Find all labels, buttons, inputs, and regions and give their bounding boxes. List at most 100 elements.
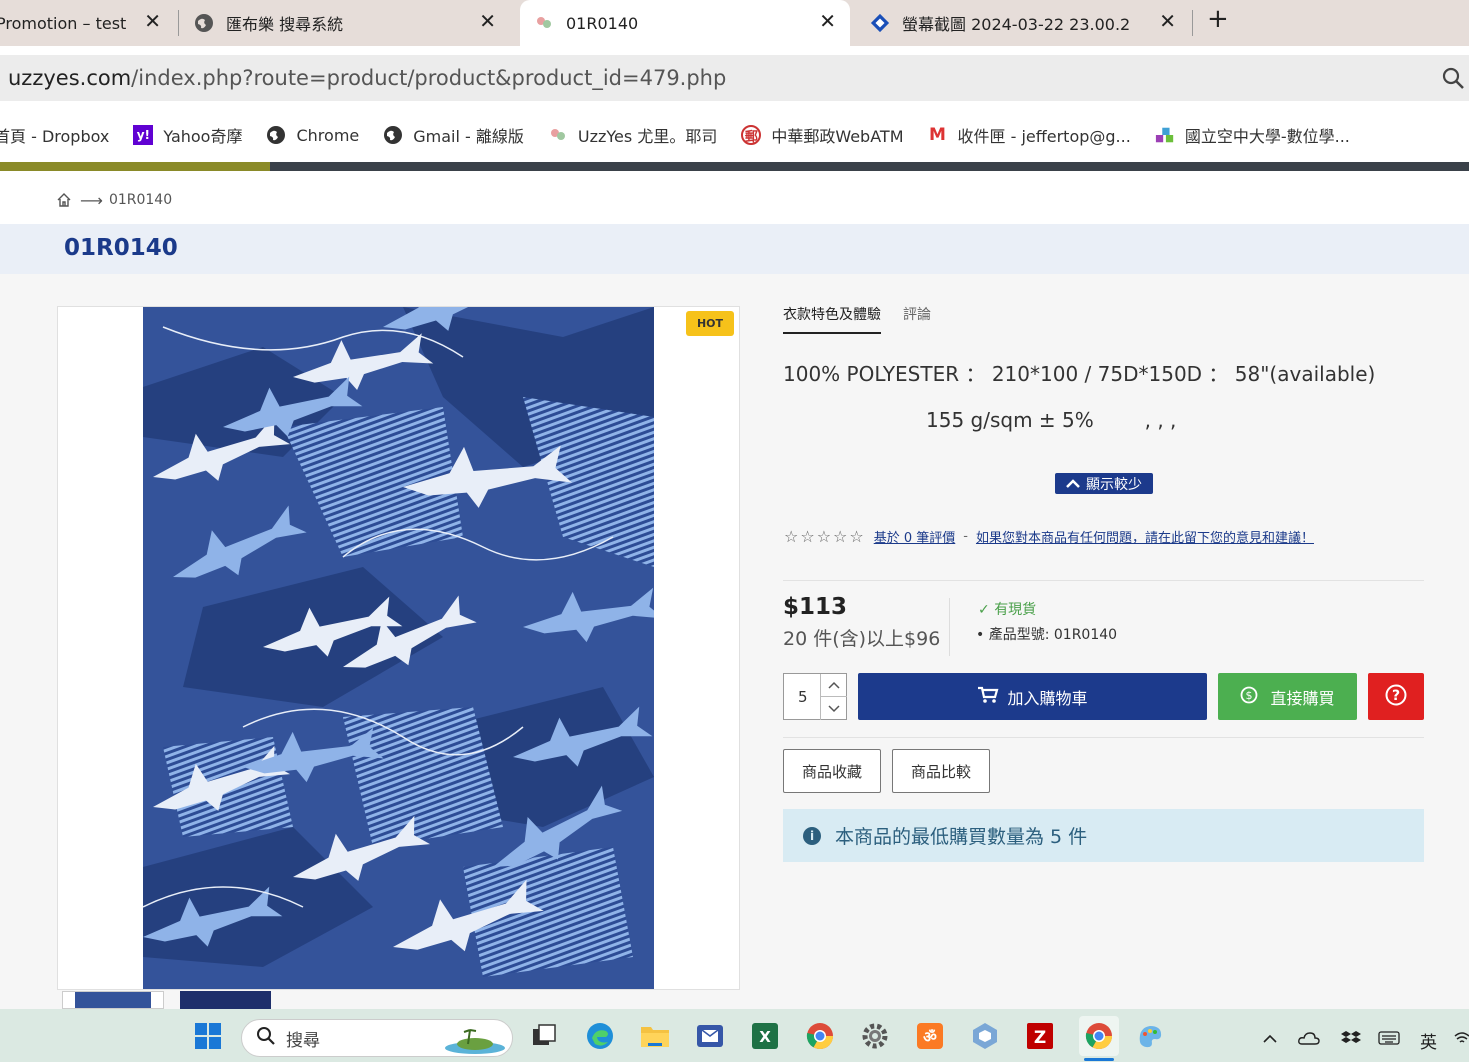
buy-now-button[interactable]: $ 直接購買 xyxy=(1218,673,1357,720)
active-app-indicator xyxy=(1084,1058,1114,1061)
site-nav-bar xyxy=(0,162,1469,171)
globe-icon xyxy=(266,125,286,145)
dropbox-icon[interactable] xyxy=(1340,1030,1362,1052)
close-icon[interactable]: ✕ xyxy=(479,9,496,33)
breadcrumb-arrow: ⟶ xyxy=(80,190,103,210)
bookmark-dropbox[interactable]: 首頁 - Dropbox xyxy=(0,123,109,147)
nav-active-indicator xyxy=(0,162,270,171)
keyboard-icon[interactable] xyxy=(1378,1030,1400,1050)
search-icon[interactable] xyxy=(1441,66,1465,94)
tab-features[interactable]: 衣款特色及體驗 xyxy=(783,304,881,334)
page-title: 01R0140 xyxy=(64,235,178,261)
cart-icon xyxy=(977,686,999,708)
show-less-button[interactable]: 顯示較少 xyxy=(1055,473,1153,494)
task-view-icon[interactable] xyxy=(528,1020,560,1052)
paint-icon[interactable] xyxy=(1134,1020,1166,1052)
tab-title: Promotion – test xyxy=(0,13,127,33)
hot-badge: HOT xyxy=(686,311,734,336)
edge-icon[interactable] xyxy=(584,1020,616,1052)
close-icon[interactable]: ✕ xyxy=(144,9,161,33)
divider xyxy=(783,737,1424,738)
bookmark-label: 中華郵政WebATM xyxy=(771,127,904,146)
bookmark-gmail-offline[interactable]: Gmail - 離線版 xyxy=(383,123,524,147)
page-title-bar xyxy=(0,224,1469,274)
cubes-icon xyxy=(1155,125,1175,145)
info-icon: i xyxy=(803,826,821,845)
close-icon[interactable]: ✕ xyxy=(1159,9,1176,33)
bookmark-label: Chrome xyxy=(296,125,360,145)
address-domain: uzzyes.com xyxy=(8,66,132,90)
file-explorer-icon[interactable] xyxy=(639,1020,671,1052)
chevron-up-icon[interactable] xyxy=(820,674,847,697)
model-label: 產品型號: 01R0140 xyxy=(988,627,1118,643)
taskbar-search[interactable]: 搜尋 xyxy=(241,1019,513,1057)
help-button[interactable]: ? xyxy=(1368,673,1424,720)
product-model: • 產品型號: 01R0140 xyxy=(976,627,1118,643)
search-icon xyxy=(256,1026,276,1051)
breadcrumb-row xyxy=(0,171,1469,224)
bookmark-open-university[interactable]: 國立空中大學-數位學... xyxy=(1155,123,1350,147)
search-placeholder: 搜尋 xyxy=(286,1030,320,1051)
tab-title: 螢幕截圖 2024-03-22 23.00.29 - I xyxy=(902,15,1130,34)
home-icon[interactable] xyxy=(56,192,72,212)
address-path: /index.php?route=product/product&product… xyxy=(131,66,727,90)
island-icon xyxy=(444,1024,506,1059)
address-bar[interactable]: uzzyes.com/index.php?route=product/produ… xyxy=(0,55,1469,101)
min-quantity-notice: i 本商品的最低購買數量為 5 件 xyxy=(783,809,1424,862)
chevron-up-icon[interactable] xyxy=(1262,1030,1278,1048)
breadcrumb-current[interactable]: 01R0140 xyxy=(109,192,172,208)
bookmark-post-atm[interactable]: 郵中華郵政WebATM xyxy=(741,123,904,147)
bookmark-uzzyes[interactable]: UzzYes 尤里。耶司 xyxy=(548,123,717,147)
product-tabs: 衣款特色及體驗 評論 xyxy=(783,304,931,334)
wishlist-button[interactable]: 商品收藏 xyxy=(783,749,881,793)
bookmark-yahoo[interactable]: y! Yahoo奇摩 xyxy=(133,123,242,147)
tab-divider xyxy=(1192,10,1193,36)
tab-product[interactable]: 01R0140 ✕ xyxy=(520,0,850,46)
close-icon[interactable]: ✕ xyxy=(819,9,836,33)
svg-text:Z: Z xyxy=(1034,1028,1046,1048)
tab-screenshot[interactable]: 螢幕截圖 2024-03-22 23.00.29 - I ✕ xyxy=(860,0,1190,46)
bulk-price: 20 件(含)以上$96 xyxy=(783,628,941,650)
rating-row: ☆☆☆☆☆ 基於 0 筆評價 - 如果您對本商品有任何問題，請在此留下您的意見和… xyxy=(784,527,1314,546)
uzzyes-favicon-icon xyxy=(534,13,554,33)
new-tab-button[interactable]: + xyxy=(1207,4,1229,34)
rating-stars: ☆☆☆☆☆ xyxy=(784,527,866,546)
tab-divider xyxy=(178,10,179,36)
quantity-input[interactable]: 5 xyxy=(798,688,808,706)
product-image[interactable] xyxy=(143,307,654,989)
quantity-stepper[interactable]: 5 xyxy=(783,673,847,720)
windows-start-icon[interactable] xyxy=(192,1020,224,1052)
thumbnail-1[interactable] xyxy=(62,991,164,1009)
spec-composition: 100% POLYESTER ： 210*100 / 75D*150D ： 58… xyxy=(783,362,1376,386)
input-language[interactable]: 英 xyxy=(1420,1028,1437,1053)
tab-reviews[interactable]: 評論 xyxy=(903,304,931,334)
chevron-down-icon[interactable] xyxy=(820,697,847,720)
outlook-icon[interactable] xyxy=(694,1020,726,1052)
bookmark-label: 首頁 - Dropbox xyxy=(0,127,110,146)
reviews-count-link[interactable]: 基於 0 筆評價 xyxy=(874,527,956,546)
thumbnail-2[interactable] xyxy=(180,991,271,1009)
add-to-cart-button[interactable]: 加入購物車 xyxy=(858,673,1207,720)
xampp-icon[interactable]: ॐ xyxy=(914,1020,946,1052)
buy-now-label: 直接購買 xyxy=(1270,688,1335,708)
write-review-link[interactable]: 如果您對本商品有任何問題，請在此留下您的意見和建議！ xyxy=(976,527,1314,546)
wifi-icon[interactable] xyxy=(1454,1030,1469,1050)
gmail-icon: M xyxy=(929,125,946,145)
yahoo-icon: y! xyxy=(133,125,154,145)
compare-button[interactable]: 商品比較 xyxy=(892,749,990,793)
review-separator: - xyxy=(963,529,968,544)
onedrive-icon[interactable] xyxy=(1298,1030,1320,1050)
divider xyxy=(783,580,1424,581)
chrome-icon[interactable] xyxy=(804,1020,836,1052)
bookmark-chrome[interactable]: Chrome xyxy=(266,125,359,145)
tab-search-system[interactable]: 匯布樂 搜尋系統 ✕ xyxy=(184,0,510,46)
breadcrumb: ⟶ 01R0140 xyxy=(56,188,172,212)
virtualbox-icon[interactable] xyxy=(969,1020,1001,1052)
excel-icon[interactable]: X xyxy=(749,1020,781,1052)
bookmark-gmail-inbox[interactable]: M 收件匣 - jeffertop@g... xyxy=(928,123,1131,147)
stock-status: ✓ 有現貨 xyxy=(978,599,1036,619)
filezilla-icon[interactable]: Z xyxy=(1024,1020,1056,1052)
tab-promotion[interactable]: Promotion – test ✕ xyxy=(0,0,175,46)
chrome-active-icon[interactable] xyxy=(1079,1016,1119,1056)
settings-gear-icon[interactable] xyxy=(859,1020,891,1052)
